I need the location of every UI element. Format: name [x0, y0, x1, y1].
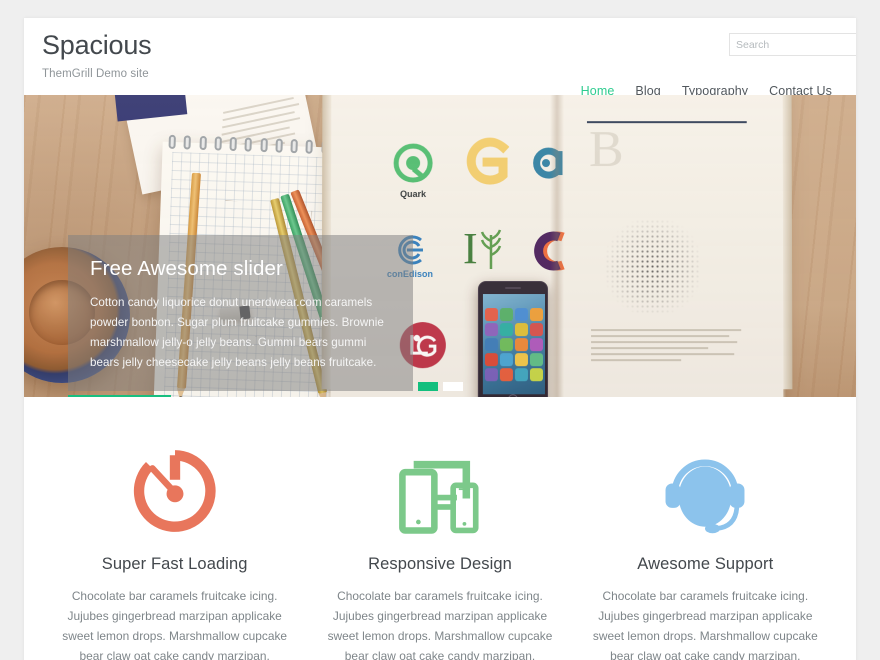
slide-caption: Free Awesome slider Cotton candy liquori… [68, 235, 413, 391]
site-title[interactable]: Spacious [42, 30, 152, 61]
feature-text: Chocolate bar caramels fruitcake icing. … [327, 589, 553, 660]
search-input[interactable] [729, 33, 856, 56]
slider-dot-2[interactable] [442, 382, 463, 391]
feature-text: Chocolate bar caramels fruitcake icing. … [62, 589, 288, 660]
paper-header-band [112, 95, 188, 122]
hero-slider[interactable]: Quark I B Free Awesome slider Cotton can… [24, 95, 856, 397]
feature-text: Chocolate bar caramels fruitcake icing. … [592, 589, 818, 660]
phone-screen [482, 294, 545, 395]
book-letter-b: B [588, 121, 624, 179]
quark-logo: Quark [391, 143, 435, 199]
book-page-edge-right [782, 95, 793, 390]
slide-description: Cotton candy liquorice donut unerdwear.c… [90, 296, 384, 369]
blue-a-logo [525, 141, 569, 190]
slide-title: Free Awesome slider [90, 257, 283, 280]
site-branding[interactable]: Spacious ThemGrill Demo site [42, 30, 152, 80]
quark-logo-label: Quark [400, 189, 427, 200]
feature-columns: Super Fast Loading Chocolate bar caramel… [24, 397, 856, 660]
site-description: ThemGrill Demo site [42, 67, 149, 80]
yellow-c-logo [463, 135, 510, 192]
feature-super-fast-loading: Super Fast Loading Chocolate bar caramel… [42, 441, 307, 660]
slider-pagination[interactable] [24, 382, 856, 391]
feature-title: Super Fast Loading [101, 555, 248, 573]
green-i-wheat-logo: I [461, 223, 507, 278]
slide-read-more-button[interactable]: Read more [68, 395, 172, 397]
speedometer-icon [60, 441, 289, 541]
book-body-text [591, 329, 742, 365]
phone-home-button [507, 394, 518, 397]
responsive-devices-icon [325, 441, 554, 541]
site-container: Spacious ThemGrill Demo site Home Blog T… [24, 18, 856, 660]
book-right-page: B [567, 95, 767, 381]
feature-title: Responsive Design [368, 555, 512, 573]
halftone-dot-pattern [604, 219, 702, 316]
svg-text:I: I [463, 224, 478, 273]
site-header: Spacious ThemGrill Demo site Home Blog T… [24, 18, 856, 98]
headset-support-icon [591, 441, 820, 541]
phone-app-grid [484, 308, 543, 382]
search-form[interactable] [729, 33, 856, 56]
feature-responsive-design: Responsive Design Chocolate bar caramels… [307, 441, 572, 660]
feature-awesome-support: Awesome Support Chocolate bar caramels f… [573, 441, 838, 660]
slider-dot-1[interactable] [417, 382, 438, 391]
feature-title: Awesome Support [637, 555, 774, 573]
page-background: Spacious ThemGrill Demo site Home Blog T… [0, 0, 880, 660]
smartphone-on-book [477, 281, 548, 397]
